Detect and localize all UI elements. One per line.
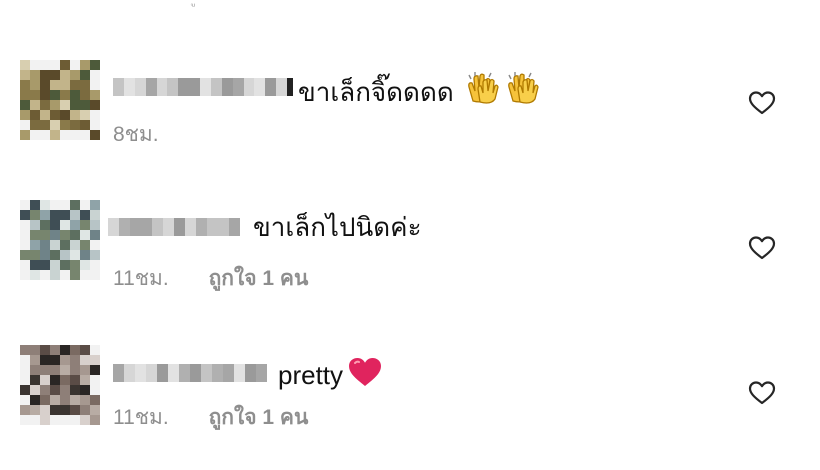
comment-item-3: pretty 11ชม. ถูกใจ 1 คน — [0, 340, 820, 470]
red-heart-icon — [347, 356, 383, 394]
like-heart-icon[interactable] — [748, 90, 776, 116]
comment-meta: 11ชม. ถูกใจ 1 คน — [113, 267, 308, 291]
previous-comment-fragment: ู — [196, 0, 226, 4]
avatar[interactable] — [20, 200, 100, 280]
like-count-link[interactable]: ถูกใจ 1 คน — [209, 267, 309, 290]
like-heart-icon[interactable] — [748, 235, 776, 261]
comment-body: ขาเล็กจิ๊ดดดด — [298, 77, 454, 107]
username-blurred[interactable] — [113, 364, 273, 382]
avatar[interactable] — [20, 60, 100, 140]
avatar[interactable] — [20, 345, 100, 425]
username-blurred[interactable] — [113, 78, 293, 96]
comment-body: pretty — [278, 360, 344, 390]
comment-meta: 11ชม. ถูกใจ 1 คน — [113, 406, 308, 430]
clapping-hands-icon — [465, 71, 501, 111]
comment-time: 8ชม. — [113, 123, 159, 146]
comment-text: ขาเล็กไปนิดค่ะ — [253, 212, 422, 242]
comment-body: ขาเล็กไปนิดค่ะ — [253, 212, 422, 242]
like-heart-icon[interactable] — [748, 380, 776, 406]
comment-item-1: ขาเล็กจิ๊ดดดด 8ชม. — [0, 55, 820, 185]
clapping-hands-icon — [505, 71, 541, 111]
comment-time: 11ชม. — [113, 406, 169, 429]
comment-time: 11ชม. — [113, 267, 169, 290]
comment-text: ขาเล็กจิ๊ดดดด — [298, 71, 541, 111]
comment-item-2: ขาเล็กไปนิดค่ะ 11ชม. ถูกใจ 1 คน — [0, 195, 820, 325]
comment-meta: 8ชม. — [113, 123, 159, 147]
comment-text: pretty — [278, 356, 383, 394]
like-count-link[interactable]: ถูกใจ 1 คน — [209, 406, 309, 429]
username-blurred[interactable] — [108, 218, 250, 236]
